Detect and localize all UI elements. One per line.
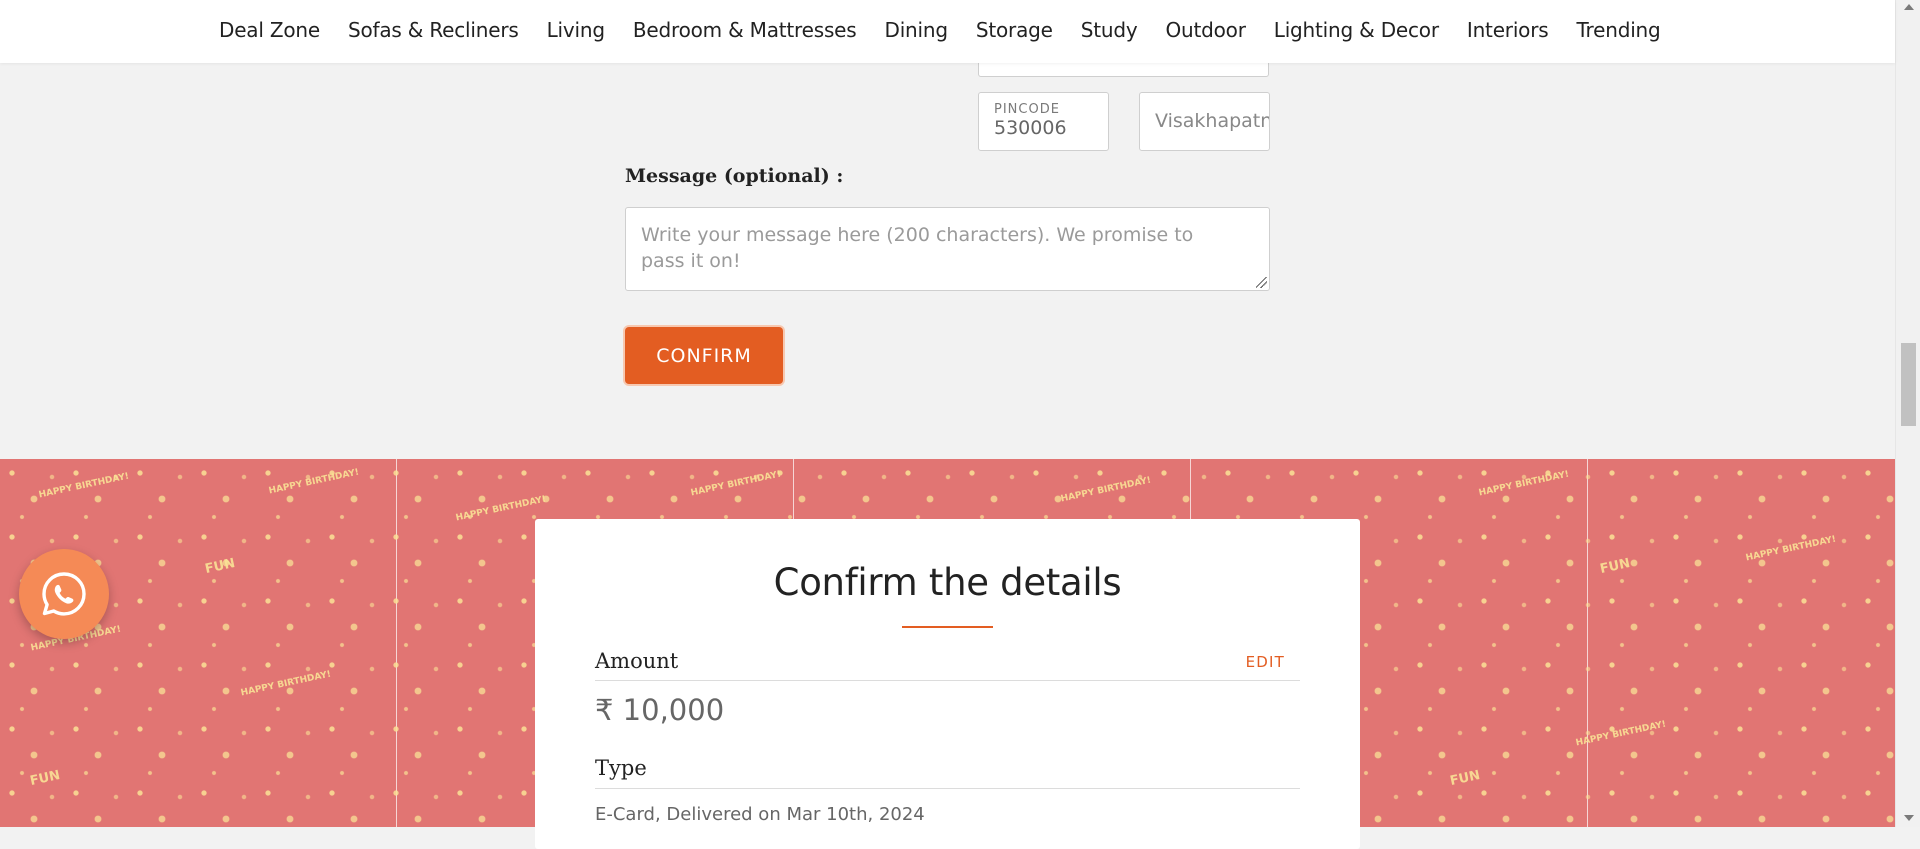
whatsapp-icon [42, 572, 86, 616]
type-divider [595, 788, 1300, 789]
scroll-down-arrow-icon[interactable] [1904, 815, 1914, 821]
pattern-tag: FUN [28, 768, 62, 789]
city-field[interactable]: Visakhapatnam [1139, 92, 1270, 151]
nav-item-study[interactable]: Study [1081, 18, 1138, 42]
pattern-tag: FUN [1598, 556, 1632, 577]
amount-value: ₹ 10,000 [595, 693, 725, 727]
nav-item-lighting-decor[interactable]: Lighting & Decor [1274, 18, 1439, 42]
type-value: E-Card, Delivered on Mar 10th, 2024 [595, 804, 925, 825]
nav-item-deal-zone[interactable]: Deal Zone [219, 18, 320, 42]
card-title: Confirm the details [773, 561, 1122, 604]
pattern-tag: HAPPY BIRTHDAY! [1477, 469, 1570, 499]
nav-item-storage[interactable]: Storage [976, 18, 1053, 42]
resize-handle-icon[interactable] [1256, 277, 1267, 288]
pattern-tag: HAPPY BIRTHDAY! [689, 469, 782, 499]
pattern-tag: HAPPY BIRTHDAY! [1744, 534, 1837, 564]
message-textarea[interactable]: Write your message here (200 characters)… [625, 207, 1270, 291]
pattern-tag: FUN [203, 556, 237, 577]
type-label: Type [595, 756, 647, 780]
pincode-field[interactable]: PINCODE 530006 [978, 92, 1109, 151]
pattern-tag: HAPPY BIRTHDAY! [239, 669, 332, 699]
whatsapp-button[interactable] [19, 549, 109, 639]
top-navigation: Deal Zone Sofas & Recliners Living Bedro… [0, 0, 1895, 63]
confirm-details-card: Confirm the details Amount EDIT ₹ 10,000… [535, 519, 1360, 849]
message-label: Message (optional) : [625, 165, 844, 187]
nav-item-dining[interactable]: Dining [885, 18, 949, 42]
nav-item-interiors[interactable]: Interiors [1467, 18, 1549, 42]
scroll-up-arrow-icon[interactable] [1904, 4, 1914, 10]
pattern-tag: HAPPY BIRTHDAY! [1574, 719, 1667, 749]
scrollbar-thumb[interactable] [1901, 343, 1916, 426]
pattern-tag: HAPPY BIRTHDAY! [1059, 475, 1152, 505]
amount-label: Amount [595, 649, 679, 673]
pattern-tag: HAPPY BIRTHDAY! [37, 471, 130, 501]
message-placeholder: Write your message here (200 characters)… [641, 224, 1194, 272]
nav-item-living[interactable]: Living [547, 18, 605, 42]
nav-item-trending[interactable]: Trending [1576, 18, 1660, 42]
pattern-tag: HAPPY BIRTHDAY! [267, 467, 360, 497]
pattern-tag: HAPPY BIRTHDAY! [454, 494, 547, 524]
pattern-tag: FUN [1448, 768, 1482, 789]
nav-item-sofas-recliners[interactable]: Sofas & Recliners [348, 18, 519, 42]
nav-item-outdoor[interactable]: Outdoor [1165, 18, 1245, 42]
city-value: Visakhapatnam [1155, 110, 1269, 132]
confirm-button[interactable]: CONFIRM [625, 327, 783, 384]
amount-divider [595, 680, 1300, 681]
page-scrollbar[interactable] [1895, 0, 1920, 827]
nav-item-bedroom-mattresses[interactable]: Bedroom & Mattresses [633, 18, 857, 42]
nav-list: Deal Zone Sofas & Recliners Living Bedro… [219, 0, 1689, 60]
pincode-label: PINCODE [994, 102, 1060, 117]
pincode-value: 530006 [994, 117, 1067, 139]
title-underline [902, 626, 993, 628]
edit-amount-link[interactable]: EDIT [1246, 653, 1285, 671]
